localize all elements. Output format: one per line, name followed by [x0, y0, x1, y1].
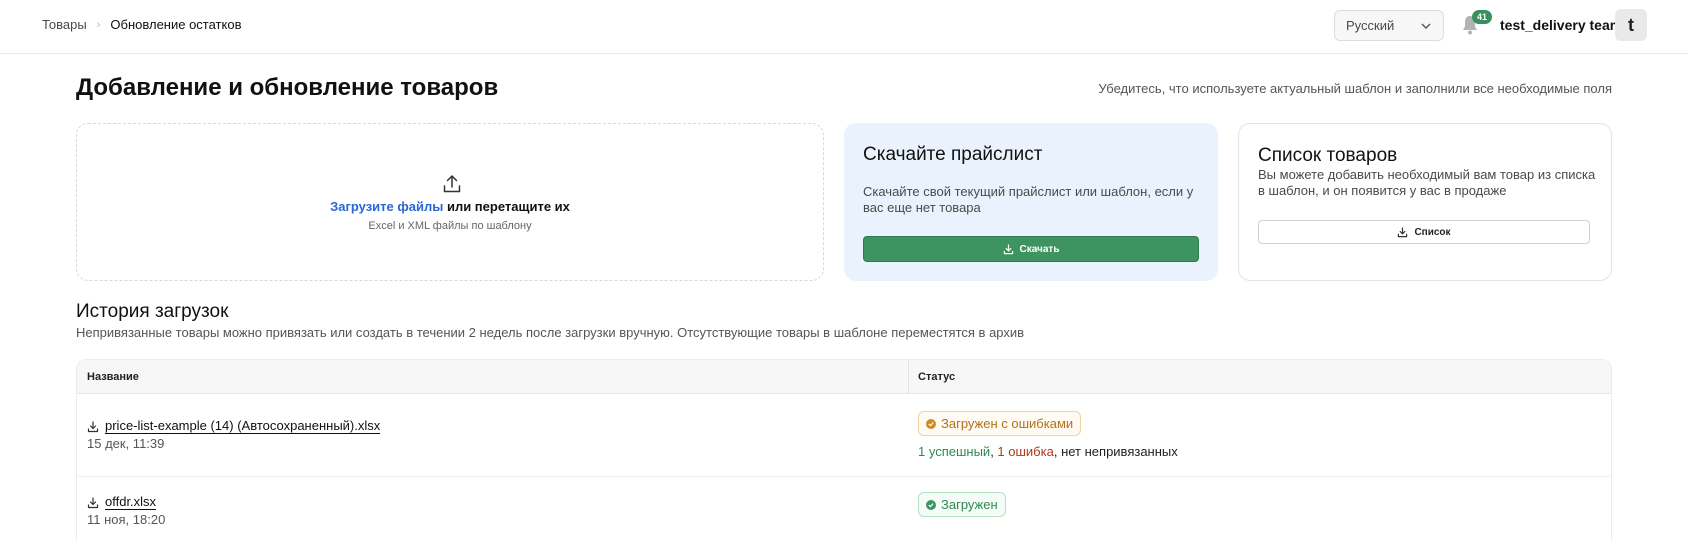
status-badge: Загружен [918, 492, 1006, 517]
breadcrumb-item-current: Обновление остатков [110, 17, 242, 32]
stat-errors[interactable]: 1 ошибка [997, 444, 1053, 459]
user-name[interactable]: test_delivery team [1500, 17, 1622, 33]
table-row: offdr.xlsx 11 ноя, 18:20 Загружен [77, 478, 1611, 540]
file-name: price-list-example (14) (Автосохраненный… [105, 418, 381, 434]
download-button-label: Скачать [1019, 243, 1060, 255]
upload-drag-text: или перетащите их [443, 199, 570, 214]
check-dot-icon [926, 499, 936, 510]
price-list-card: Скачайте прайслист Скачайте свой текущий… [844, 123, 1218, 281]
file-name: offdr.xlsx [105, 494, 157, 510]
column-divider [908, 360, 909, 394]
upload-instruction: Загрузите файлы или перетащите их [77, 199, 823, 214]
price-list-text: Скачайте свой текущий прайслист или шабл… [863, 184, 1194, 215]
goods-list-button-label: Список [1414, 226, 1451, 238]
upload-subtext: Excel и XML файлы по шаблону [368, 220, 532, 232]
top-bar: Товары › Обновление остатков Русский 41 … [0, 0, 1688, 54]
file-link[interactable]: price-list-example (14) (Автосохраненный… [87, 418, 381, 434]
breadcrumb-separator-icon: › [96, 18, 101, 31]
language-select-value: Русский [1346, 18, 1395, 33]
status-text: Загружен [941, 497, 998, 512]
upload-history-table: Название Статус price-list-example (14) … [76, 359, 1612, 540]
template-hint: Убедитесь, что используете актуальный ша… [1098, 81, 1612, 96]
status-badge: Загружен с ошибками [918, 411, 1082, 436]
warning-dot-icon [926, 418, 936, 429]
goods-list-title: Список товаров [1258, 145, 1398, 166]
language-select[interactable]: Русский [1334, 10, 1444, 41]
goods-list-button[interactable]: Список [1258, 220, 1590, 244]
upload-history-title: История загрузок [76, 301, 229, 322]
download-icon [87, 496, 99, 508]
avatar[interactable]: t [1615, 9, 1647, 41]
status-text: Загружен с ошибками [941, 416, 1074, 431]
notification-count-badge: 41 [1472, 10, 1492, 24]
breadcrumb: Товары › Обновление остатков [42, 17, 242, 32]
upload-history-subtitle: Непривязанные товары можно привязать или… [76, 325, 1025, 340]
upload-icon [443, 175, 461, 193]
chevron-down-icon [1421, 23, 1431, 29]
stat-unlinked: нет непривязанных [1061, 444, 1178, 459]
upload-stats: 1 успешный, 1 ошибка, нет непривязанных [918, 444, 1178, 459]
download-icon [1398, 226, 1408, 237]
upload-date: 15 дек, 11:39 [87, 436, 165, 451]
column-header-status: Статус [918, 371, 956, 383]
download-price-list-button[interactable]: Скачать [863, 236, 1199, 262]
download-icon [87, 420, 99, 432]
goods-list-text: Вы можете добавить необходимый вам товар… [1258, 167, 1596, 198]
stat-separator: , [1053, 444, 1062, 459]
page-title: Добавление и обновление товаров [76, 74, 499, 101]
breadcrumb-item-goods[interactable]: Товары [42, 17, 87, 32]
upload-files-link[interactable]: Загрузите файлы [330, 199, 443, 214]
column-header-name: Название [87, 371, 139, 383]
price-list-title: Скачайте прайслист [863, 144, 1043, 165]
stat-success: 1 успешный [918, 444, 991, 459]
download-icon [1003, 243, 1013, 254]
file-dropzone[interactable]: Загрузите файлы или перетащите их Excel … [76, 123, 824, 281]
table-header: Название Статус [77, 360, 1611, 394]
table-row: price-list-example (14) (Автосохраненный… [77, 395, 1611, 477]
upload-date: 11 ноя, 18:20 [87, 512, 166, 527]
goods-list-card: Список товаров Вы можете добавить необхо… [1238, 123, 1612, 281]
file-link[interactable]: offdr.xlsx [87, 494, 157, 510]
